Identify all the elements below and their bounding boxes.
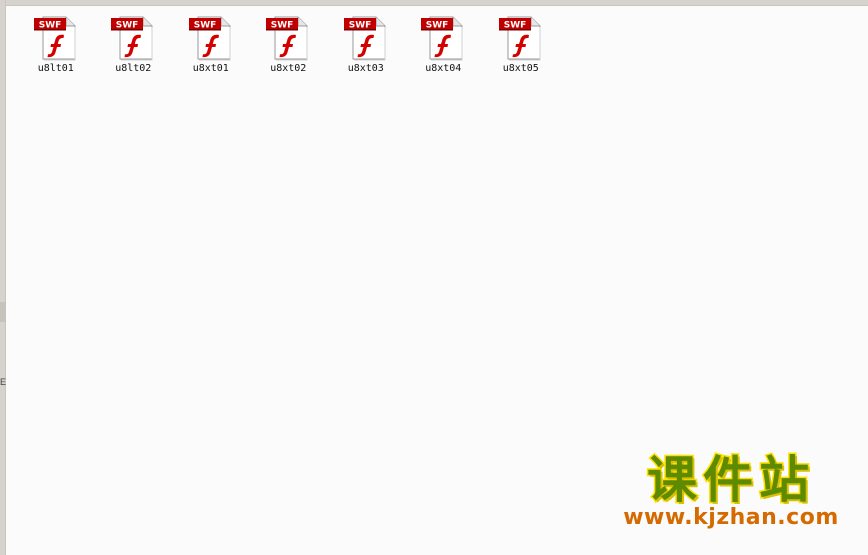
file-item-u8lt01[interactable]: SWF u8lt01 (17, 14, 95, 78)
watermark-chinese-text: 课件站 (646, 451, 815, 510)
svg-text:SWF: SWF (503, 21, 526, 31)
left-pane-clipped-text: E (0, 377, 6, 387)
svg-text:SWF: SWF (271, 21, 294, 31)
explorer-window: E SWF u8lt01 SWF u8lt02 SWF u8xt01 SWF u… (0, 0, 868, 555)
flash-swf-file-icon: SWF (33, 16, 76, 61)
file-item-u8xt04[interactable]: SWF u8xt04 (405, 14, 483, 78)
window-left-border (0, 0, 6, 555)
flash-swf-file-icon: SWF (266, 16, 308, 61)
file-item-u8lt02[interactable]: SWF u8lt02 (95, 14, 173, 78)
svg-text:SWF: SWF (116, 21, 139, 31)
file-item-u8xt05[interactable]: SWF u8xt05 (482, 14, 560, 78)
flash-swf-file-icon: SWF (188, 16, 231, 61)
file-name-label: u8xt02 (270, 63, 307, 74)
flash-swf-file-icon: SWF (498, 16, 541, 61)
file-item-u8xt03[interactable]: SWF u8xt03 (327, 14, 405, 78)
window-top-border (0, 0, 868, 6)
file-item-u8xt02[interactable]: SWF u8xt02 (250, 14, 328, 78)
svg-text:SWF: SWF (348, 21, 371, 31)
svg-text:SWF: SWF (426, 21, 449, 31)
file-name-label: u8xt01 (192, 63, 229, 74)
file-item-u8xt01[interactable]: SWF u8xt01 (172, 14, 250, 78)
file-list: SWF u8lt01 SWF u8lt02 SWF u8xt01 SWF u8x… (17, 14, 560, 78)
file-name-label: u8lt01 (37, 63, 74, 74)
file-name-label: u8lt02 (115, 63, 152, 74)
svg-text:SWF: SWF (38, 21, 61, 31)
left-pane-splitter[interactable] (0, 302, 6, 322)
flash-swf-file-icon: SWF (111, 16, 153, 61)
svg-text:SWF: SWF (193, 21, 216, 31)
file-name-label: u8xt03 (347, 63, 384, 74)
watermark-url: www.kjzhan.com (623, 505, 839, 530)
file-name-label: u8xt05 (502, 63, 539, 74)
flash-swf-file-icon: SWF (421, 16, 463, 61)
file-name-label: u8xt04 (425, 63, 462, 74)
flash-swf-file-icon: SWF (343, 16, 386, 61)
watermark-logo: 课件站 www.kjzhan.com (616, 451, 846, 532)
